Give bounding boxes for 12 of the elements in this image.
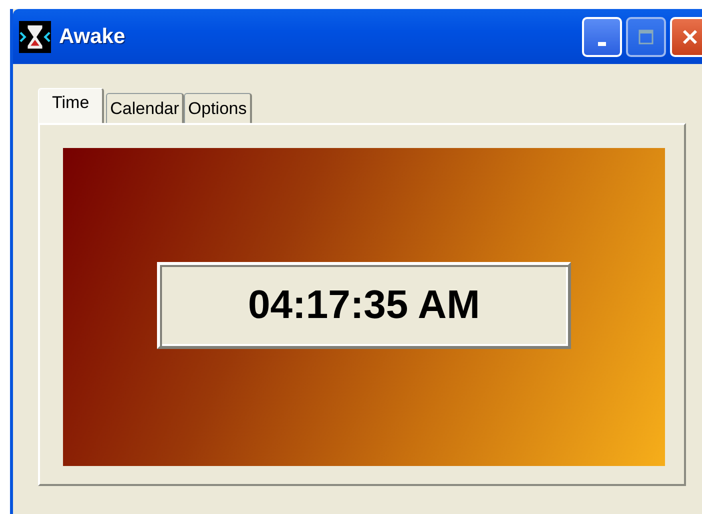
minimize-icon — [598, 42, 606, 46]
hourglass-icon — [19, 20, 51, 52]
tab[interactable]: Options — [184, 93, 252, 123]
tab[interactable]: Calendar — [106, 93, 184, 123]
close-icon — [682, 28, 698, 44]
maximize-button[interactable] — [626, 16, 666, 56]
close-button[interactable] — [670, 16, 702, 56]
tab[interactable]: Time — [38, 88, 104, 123]
maximize-icon — [638, 28, 654, 44]
minimize-button[interactable] — [582, 16, 622, 56]
window-title: Awake — [59, 24, 126, 48]
clock-display: 04:17:35 AM — [157, 262, 571, 349]
